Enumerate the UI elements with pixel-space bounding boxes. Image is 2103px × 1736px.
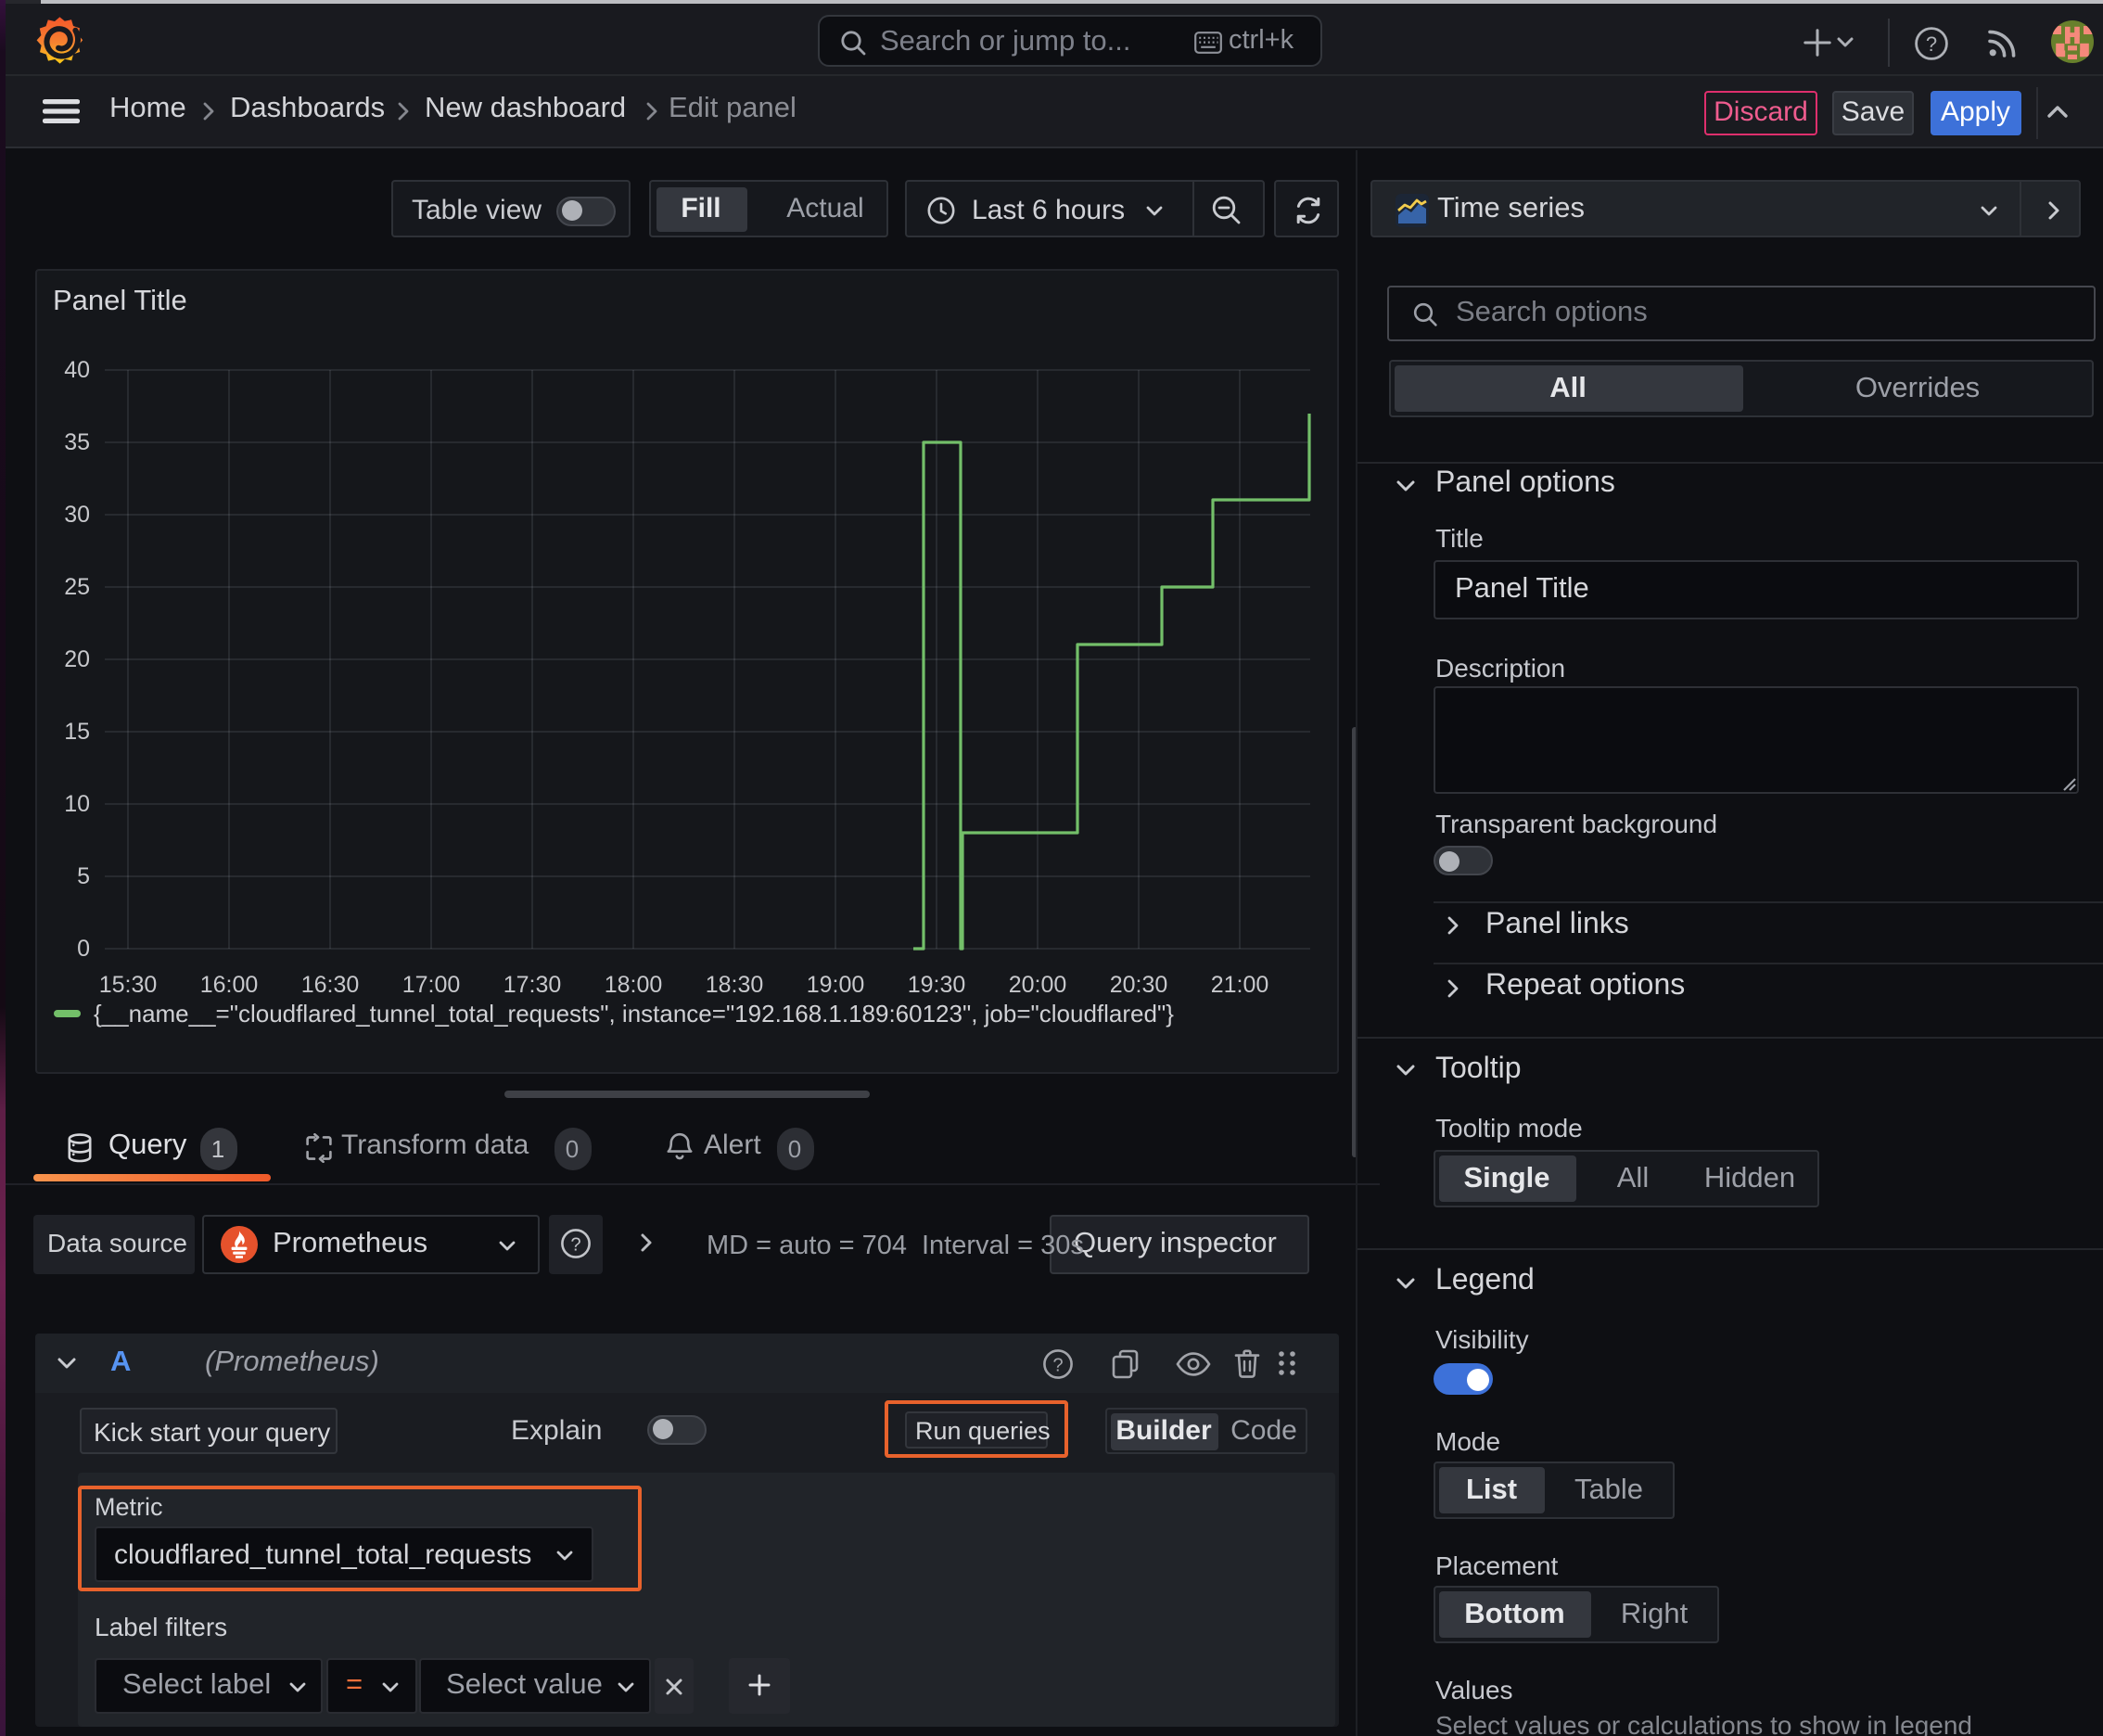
svg-text:16:30: 16:30 — [300, 972, 359, 998]
svg-text:18:00: 18:00 — [604, 972, 662, 998]
svg-text:19:30: 19:30 — [907, 972, 965, 998]
svg-text:25: 25 — [63, 574, 89, 600]
svg-text:17:30: 17:30 — [503, 972, 561, 998]
svg-text:21:00: 21:00 — [1210, 972, 1268, 998]
svg-text:10: 10 — [63, 791, 89, 817]
svg-text:35: 35 — [63, 429, 89, 455]
svg-text:18:30: 18:30 — [705, 972, 763, 998]
svg-text:16:00: 16:00 — [199, 972, 258, 998]
svg-text:15: 15 — [63, 719, 89, 745]
svg-text:?: ? — [1926, 32, 1937, 55]
svg-text:17:00: 17:00 — [401, 972, 460, 998]
svg-text:20: 20 — [63, 646, 89, 672]
svg-text:{__name__="cloudflared_tunnel_: {__name__="cloudflared_tunnel_total_requ… — [93, 1000, 1173, 1028]
svg-text:19:00: 19:00 — [806, 972, 864, 998]
svg-text:20:30: 20:30 — [1109, 972, 1167, 998]
svg-text:?: ? — [570, 1233, 580, 1254]
svg-text:20:00: 20:00 — [1008, 972, 1066, 998]
svg-text:?: ? — [1052, 1354, 1062, 1374]
svg-text:15:30: 15:30 — [98, 972, 157, 998]
svg-text:40: 40 — [63, 357, 89, 383]
svg-text:5: 5 — [76, 863, 89, 889]
svg-text:0: 0 — [76, 936, 89, 962]
svg-text:30: 30 — [63, 502, 89, 528]
